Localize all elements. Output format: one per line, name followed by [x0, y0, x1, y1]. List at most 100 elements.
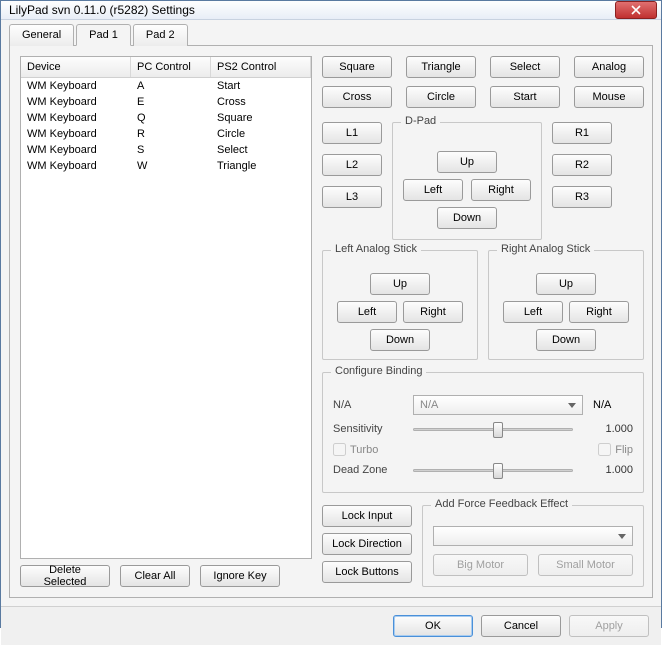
turbo-checkbox[interactable]: Turbo — [333, 443, 378, 456]
cell-device: WM Keyboard — [21, 78, 131, 94]
rstick-left-button[interactable]: Left — [503, 301, 563, 323]
ignore-key-button[interactable]: Ignore Key — [200, 565, 280, 587]
force-feedback-group: Add Force Feedback Effect Big Motor Smal… — [422, 505, 644, 587]
cell-pc: Q — [131, 110, 211, 126]
right-analog-group: Right Analog Stick Up Left Right Down — [488, 250, 644, 360]
dpad-group: D-Pad Up Left Right Down — [392, 122, 542, 240]
l3-button[interactable]: L3 — [322, 186, 382, 208]
binding-na-right: N/A — [593, 399, 633, 411]
cell-ps2: Select — [211, 142, 311, 158]
ff-combo[interactable] — [433, 526, 633, 546]
cell-device: WM Keyboard — [21, 110, 131, 126]
r1-button[interactable]: R1 — [552, 122, 612, 144]
r3-button[interactable]: R3 — [552, 186, 612, 208]
cell-ps2: Triangle — [211, 158, 311, 174]
tab-pad1[interactable]: Pad 1 — [76, 24, 131, 46]
l2-button[interactable]: L2 — [322, 154, 382, 176]
binding-na-left: N/A — [333, 399, 403, 411]
table-row[interactable]: WM KeyboardWTriangle — [21, 158, 311, 174]
analog-button[interactable]: Analog — [574, 56, 644, 78]
small-motor-button[interactable]: Small Motor — [538, 554, 633, 576]
lstick-left-button[interactable]: Left — [337, 301, 397, 323]
triangle-button[interactable]: Triangle — [406, 56, 476, 78]
table-row[interactable]: WM KeyboardECross — [21, 94, 311, 110]
clear-all-button[interactable]: Clear All — [120, 565, 190, 587]
right-analog-title: Right Analog Stick — [497, 243, 594, 255]
flip-checkbox[interactable]: Flip — [598, 443, 633, 456]
cell-ps2: Cross — [211, 94, 311, 110]
left-analog-group: Left Analog Stick Up Left Right Down — [322, 250, 478, 360]
col-pc[interactable]: PC Control — [131, 57, 211, 77]
tab-strip: General Pad 1 Pad 2 — [9, 24, 653, 46]
tab-pad2[interactable]: Pad 2 — [133, 24, 188, 46]
dpad-title: D-Pad — [401, 115, 440, 127]
col-ps2[interactable]: PS2 Control — [211, 57, 311, 77]
table-row[interactable]: WM KeyboardAStart — [21, 78, 311, 94]
cross-button[interactable]: Cross — [322, 86, 392, 108]
dpad-left-button[interactable]: Left — [403, 179, 463, 201]
rstick-right-button[interactable]: Right — [569, 301, 629, 323]
configure-title: Configure Binding — [331, 365, 426, 377]
window-title: LilyPad svn 0.11.0 (r5282) Settings — [9, 3, 615, 17]
tabpage-pad1: Device PC Control PS2 Control WM Keyboar… — [9, 45, 653, 598]
list-header: Device PC Control PS2 Control — [21, 57, 311, 78]
cancel-button[interactable]: Cancel — [481, 615, 561, 637]
binding-combo[interactable]: N/A — [413, 395, 583, 415]
lstick-down-button[interactable]: Down — [370, 329, 430, 351]
select-button[interactable]: Select — [490, 56, 560, 78]
lock-direction-button[interactable]: Lock Direction — [322, 533, 412, 555]
lock-input-button[interactable]: Lock Input — [322, 505, 412, 527]
cell-pc: S — [131, 142, 211, 158]
cell-pc: A — [131, 78, 211, 94]
sensitivity-label: Sensitivity — [333, 423, 403, 435]
delete-selected-button[interactable]: Delete Selected — [20, 565, 110, 587]
table-row[interactable]: WM KeyboardSSelect — [21, 142, 311, 158]
cell-pc: R — [131, 126, 211, 142]
cell-device: WM Keyboard — [21, 94, 131, 110]
deadzone-value: 1.000 — [583, 464, 633, 476]
table-row[interactable]: WM KeyboardRCircle — [21, 126, 311, 142]
configure-binding-group: Configure Binding N/A N/A N/A Sensitivit… — [322, 372, 644, 493]
circle-button[interactable]: Circle — [406, 86, 476, 108]
turbo-label: Turbo — [350, 444, 378, 456]
cell-device: WM Keyboard — [21, 142, 131, 158]
titlebar: LilyPad svn 0.11.0 (r5282) Settings — [1, 1, 661, 20]
deadzone-slider[interactable] — [413, 460, 573, 480]
sensitivity-slider[interactable] — [413, 419, 573, 439]
cell-ps2: Start — [211, 78, 311, 94]
start-button[interactable]: Start — [490, 86, 560, 108]
list-body[interactable]: WM KeyboardAStartWM KeyboardECrossWM Key… — [21, 78, 311, 558]
dpad-down-button[interactable]: Down — [437, 207, 497, 229]
mouse-button[interactable]: Mouse — [574, 86, 644, 108]
client-area: General Pad 1 Pad 2 Device PC Control PS… — [1, 20, 661, 606]
table-row[interactable]: WM KeyboardQSquare — [21, 110, 311, 126]
l1-button[interactable]: L1 — [322, 122, 382, 144]
bindings-list[interactable]: Device PC Control PS2 Control WM Keyboar… — [20, 56, 312, 559]
col-device[interactable]: Device — [21, 57, 131, 77]
flip-label: Flip — [615, 444, 633, 456]
deadzone-label: Dead Zone — [333, 464, 403, 476]
ff-title: Add Force Feedback Effect — [431, 498, 572, 510]
cell-ps2: Square — [211, 110, 311, 126]
cell-pc: W — [131, 158, 211, 174]
r2-button[interactable]: R2 — [552, 154, 612, 176]
tab-general[interactable]: General — [9, 24, 74, 46]
rstick-up-button[interactable]: Up — [536, 273, 596, 295]
close-button[interactable] — [615, 1, 657, 19]
lstick-right-button[interactable]: Right — [403, 301, 463, 323]
dpad-up-button[interactable]: Up — [437, 151, 497, 173]
dialog-buttons: OK Cancel Apply — [1, 606, 661, 645]
apply-button[interactable]: Apply — [569, 615, 649, 637]
rstick-down-button[interactable]: Down — [536, 329, 596, 351]
ok-button[interactable]: OK — [393, 615, 473, 637]
big-motor-button[interactable]: Big Motor — [433, 554, 528, 576]
lstick-up-button[interactable]: Up — [370, 273, 430, 295]
cell-device: WM Keyboard — [21, 158, 131, 174]
close-icon — [631, 5, 641, 15]
left-analog-title: Left Analog Stick — [331, 243, 421, 255]
cell-ps2: Circle — [211, 126, 311, 142]
square-button[interactable]: Square — [322, 56, 392, 78]
dpad-right-button[interactable]: Right — [471, 179, 531, 201]
lock-buttons-button[interactable]: Lock Buttons — [322, 561, 412, 583]
binding-combo-value: N/A — [420, 399, 438, 411]
